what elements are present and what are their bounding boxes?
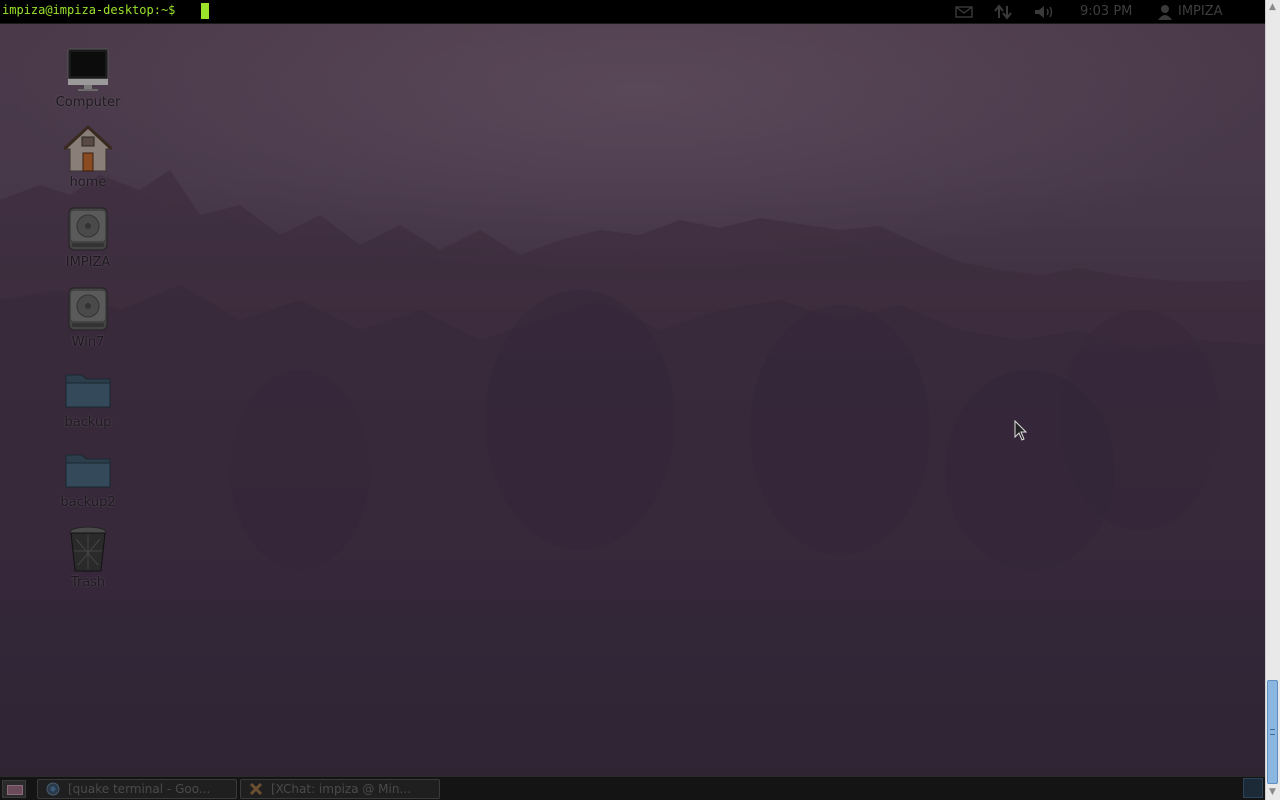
task-xchat[interactable]: [XChat: impiza @ Min... (240, 779, 440, 799)
folder-icon (64, 445, 112, 493)
task-quake-terminal[interactable]: [quake terminal - Goo... (37, 779, 237, 799)
xchat-icon (249, 782, 263, 796)
terminal-prompt[interactable]: impiza@impiza-desktop:~$ (2, 3, 175, 17)
trash-icon (64, 525, 112, 573)
desktop-icon-backup2[interactable]: backup2 (43, 445, 133, 510)
desktop-icon-label: Trash (70, 575, 106, 590)
mail-icon[interactable] (954, 2, 974, 22)
volume-icon[interactable] (1033, 2, 1055, 22)
desktop-icon-label: Win7 (71, 335, 105, 350)
forest-silhouette (0, 170, 1265, 776)
desktop-icon-label: IMPIZA (65, 255, 111, 270)
folder-icon (64, 365, 112, 413)
desktop-icon-win7[interactable]: Win7 (43, 285, 133, 350)
taskbar: [quake terminal - Goo... [XChat: impiza … (0, 776, 1265, 800)
chrome-icon (46, 782, 60, 796)
network-icon[interactable] (992, 2, 1014, 22)
mouse-pointer-icon (1014, 419, 1028, 446)
terminal-cursor (201, 3, 209, 19)
user-icon[interactable] (1157, 2, 1173, 22)
computer-icon (64, 45, 112, 93)
show-desktop-icon[interactable] (2, 780, 26, 798)
home-icon (62, 124, 114, 173)
desktop-icon-home[interactable]: home (43, 124, 133, 190)
desktop-icon-trash[interactable]: Trash (43, 525, 133, 590)
desktop-icon-impiza[interactable]: IMPIZA (43, 205, 133, 270)
clock[interactable]: 9:03 PM (1080, 4, 1132, 19)
drive-icon (64, 285, 112, 333)
desktop-icon-label: backup2 (60, 495, 116, 510)
quake-terminal-bar[interactable]: impiza@impiza-desktop:~$ 9:03 PM IMPIZA (0, 0, 1280, 24)
task-label: [quake terminal - Goo... (68, 782, 211, 796)
desktop-icon-backup[interactable]: backup (43, 365, 133, 430)
desktop-icon-label: Computer (55, 95, 121, 110)
desktop-icon-label: backup (64, 415, 112, 430)
tray-icon[interactable] (1243, 778, 1263, 798)
desktop-icon-computer[interactable]: Computer (43, 45, 133, 110)
scrollbar-thumb[interactable] (1267, 680, 1278, 784)
scroll-down-icon[interactable]: ▼ (1266, 786, 1279, 798)
user-name[interactable]: IMPIZA (1178, 4, 1223, 19)
task-label: [XChat: impiza @ Min... (271, 782, 411, 796)
drive-icon (64, 205, 112, 253)
desktop-icon-label: home (69, 175, 107, 190)
desktop-wallpaper (0, 0, 1280, 800)
scroll-up-icon[interactable]: ▲ (1266, 1, 1279, 13)
